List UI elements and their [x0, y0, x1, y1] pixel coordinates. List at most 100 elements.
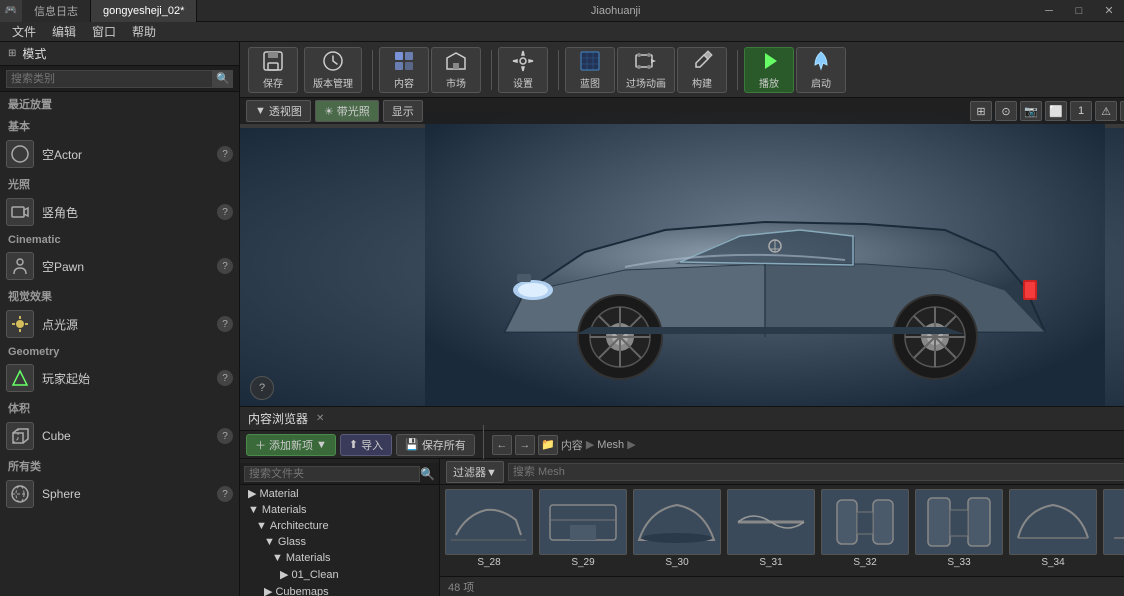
asset-thumb-s35	[1103, 489, 1124, 555]
asset-s33[interactable]: S_33	[914, 489, 1004, 572]
tree-item-01clean[interactable]: ▶ 01_Clean	[240, 566, 439, 583]
viewport-toolbar: ▼ 透视图 ☀ 带光照 显示 ⊞ ⊙ 📷 ⬜ 1 ⚠	[240, 98, 1124, 124]
tree-item-mat-sub[interactable]: ▼ Materials	[240, 550, 439, 566]
asset-s34[interactable]: S_34	[1008, 489, 1098, 572]
build-button[interactable]: 构建	[677, 47, 727, 93]
cb-import-button[interactable]: ⬆ 导入	[340, 434, 392, 456]
actor-name-empty-pawn: 空Pawn	[42, 258, 217, 275]
asset-s35[interactable]: S_35	[1102, 489, 1124, 572]
marketplace-icon	[444, 49, 468, 73]
maximize-button[interactable]: □	[1064, 0, 1094, 22]
vp-grid-btn[interactable]: ⊞	[970, 101, 992, 121]
toolbar-group-play: 播放 启动	[744, 47, 846, 93]
actor-info-cube[interactable]: ?	[217, 428, 233, 444]
section-visual-effects: 视觉效果	[0, 284, 239, 306]
blueprint-button[interactable]: 蓝图	[565, 47, 615, 93]
actor-item-player-start[interactable]: 玩家起始 ?	[0, 360, 239, 396]
asset-s28[interactable]: S_28	[444, 489, 534, 572]
tab-info-log[interactable]: 信息日志	[22, 0, 91, 22]
tree-folder-icon: ▼	[248, 504, 259, 516]
vp-view-btn[interactable]: 1	[1070, 101, 1092, 121]
content-button[interactable]: 内容	[379, 47, 429, 93]
vp-show-btn[interactable]: 显示	[383, 100, 423, 122]
play-label: 播放	[759, 75, 779, 90]
asset-s31[interactable]: S_31	[726, 489, 816, 572]
actor-info-point-light[interactable]: ?	[217, 316, 233, 332]
content-icon	[392, 49, 416, 73]
cb-add-button[interactable]: ＋ 添加新项 ▼	[246, 434, 336, 456]
play-button[interactable]: 播放	[744, 47, 794, 93]
menu-window[interactable]: 窗口	[84, 22, 124, 42]
vp-camera-btn[interactable]: 📷	[1020, 101, 1042, 121]
cb-close-button[interactable]: ✕	[316, 413, 324, 424]
save-button[interactable]: 保存	[248, 47, 298, 93]
actor-item-point-light[interactable]: 点光源 ?	[0, 306, 239, 342]
menu-bar: 文件 编辑 窗口 帮助	[0, 22, 1124, 42]
panel-toggle-icon[interactable]: ⊞	[8, 48, 16, 59]
vp-perspective-btn[interactable]: ▼ 透视图	[246, 100, 311, 122]
cb-filter-button[interactable]: 过滤器▼	[446, 461, 504, 483]
actor-item-sphere[interactable]: Sphere ?	[0, 476, 239, 512]
asset-thumb-s34	[1009, 489, 1097, 555]
cb-save-button[interactable]: 💾 保存所有	[396, 434, 475, 456]
actor-item-cube[interactable]: Cube ?	[0, 418, 239, 454]
menu-edit[interactable]: 编辑	[44, 22, 84, 42]
toolbar-sep-4	[737, 50, 738, 90]
actor-item-camera[interactable]: 竖角色 ?	[0, 194, 239, 230]
cinematics-button[interactable]: 过场动画	[617, 47, 675, 93]
cb-tab-label: 内容浏览器	[248, 410, 308, 427]
actor-info-empty-actor[interactable]: ?	[217, 146, 233, 162]
launch-button[interactable]: 启动	[796, 47, 846, 93]
settings-label: 设置	[513, 75, 533, 90]
cb-asset-search-input[interactable]	[508, 463, 1124, 481]
actor-info-player-start[interactable]: ?	[217, 370, 233, 386]
menu-help[interactable]: 帮助	[124, 22, 164, 42]
cb-back-button[interactable]: ←	[492, 435, 512, 455]
breadcrumb-root[interactable]: 内容	[561, 437, 583, 453]
viewport[interactable]: ▼ 透视图 ☀ 带光照 显示 ⊞ ⊙ 📷 ⬜ 1 ⚠	[240, 98, 1124, 406]
menu-file[interactable]: 文件	[4, 22, 44, 42]
vp-lighting-btn[interactable]: ☀ 带光照	[315, 100, 379, 122]
tree-item-architecture[interactable]: ▼ Architecture	[240, 518, 439, 534]
actor-info-sphere[interactable]: ?	[217, 486, 233, 502]
launch-label: 启动	[811, 75, 831, 90]
cb-forward-button[interactable]: →	[515, 435, 535, 455]
actor-search-button[interactable]: 🔍	[213, 70, 233, 88]
asset-s32[interactable]: S_32	[820, 489, 910, 572]
minimize-button[interactable]: ─	[1034, 0, 1064, 22]
asset-s30[interactable]: S_30	[632, 489, 722, 572]
tree-item-material[interactable]: ▶ Material	[240, 485, 439, 502]
version-button[interactable]: 版本管理	[304, 47, 362, 93]
asset-thumb-s32	[821, 489, 909, 555]
blueprint-label: 蓝图	[580, 75, 600, 90]
cb-folder-button[interactable]: 📁	[538, 435, 558, 455]
tree-item-glass[interactable]: ▼ Glass	[240, 534, 439, 550]
actor-info-empty-pawn[interactable]: ?	[217, 258, 233, 274]
settings-icon	[511, 49, 535, 73]
vp-warn-btn[interactable]: ⚠	[1095, 101, 1117, 121]
actor-info-camera[interactable]: ?	[217, 204, 233, 220]
actor-item-empty-pawn[interactable]: 空Pawn ?	[0, 248, 239, 284]
tree-item-cubemaps[interactable]: ▶ Cubemaps	[240, 583, 439, 596]
actor-icon-sphere	[6, 480, 34, 508]
marketplace-button[interactable]: 市场	[431, 47, 481, 93]
tab-scene[interactable]: gongyesheji_02*	[91, 0, 197, 22]
asset-grid: S_28 S_29	[440, 485, 1124, 576]
close-button[interactable]: ✕	[1094, 0, 1124, 22]
breadcrumb-mesh[interactable]: Mesh	[597, 439, 624, 451]
tree-folder-icon: ▼	[256, 520, 267, 532]
actor-item-empty-actor[interactable]: 空Actor ?	[0, 136, 239, 172]
tree-item-materials[interactable]: ▼ Materials	[240, 502, 439, 518]
cb-header: 内容浏览器 ✕	[240, 407, 1124, 431]
viewport-corner-button[interactable]: ?	[250, 376, 274, 400]
actor-search-input[interactable]	[6, 70, 213, 88]
tree-folder-icon: ▶	[264, 585, 272, 596]
vp-angle-input[interactable]: 5°	[1120, 101, 1124, 121]
blueprint-icon	[578, 49, 602, 73]
cb-toolbar: ＋ 添加新项 ▼ ⬆ 导入 💾 保存所有 ← → 📁 内容	[240, 431, 1124, 459]
settings-button[interactable]: 设置	[498, 47, 548, 93]
asset-s29[interactable]: S_29	[538, 489, 628, 572]
cb-tree-search-input[interactable]	[244, 466, 420, 482]
vp-snap-btn[interactable]: ⊙	[995, 101, 1017, 121]
vp-mode-btn[interactable]: ⬜	[1045, 101, 1067, 121]
